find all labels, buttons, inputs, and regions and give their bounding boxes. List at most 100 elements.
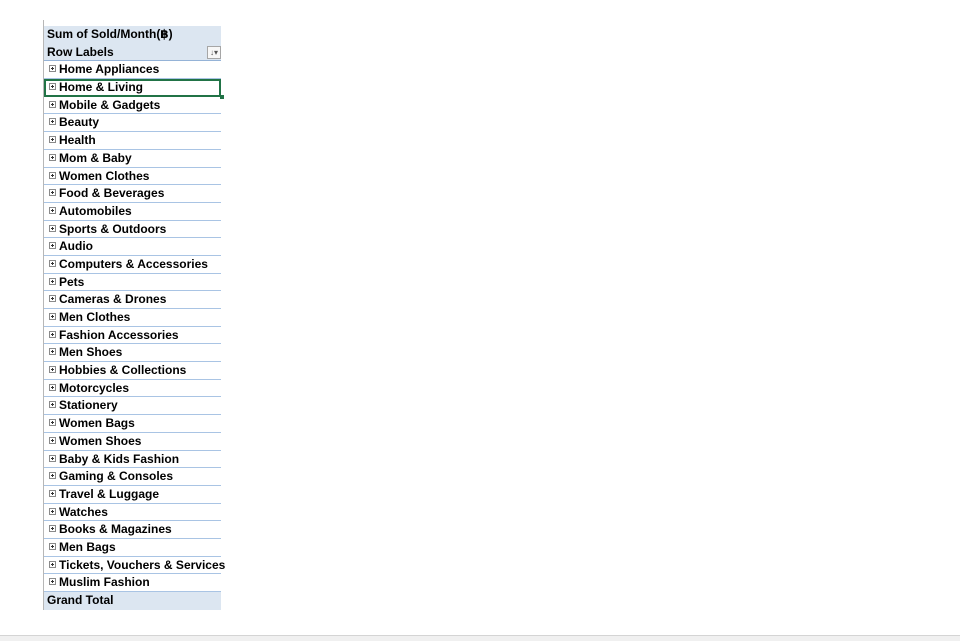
pivot-category-label: Men Shoes bbox=[59, 345, 123, 360]
pivot-category-row[interactable]: Books & Magazines bbox=[44, 521, 221, 539]
pivot-category-row[interactable]: Travel & Luggage bbox=[44, 486, 221, 504]
grand-total-row[interactable]: Grand Total bbox=[44, 592, 221, 610]
pivot-category-label: Muslim Fashion bbox=[59, 575, 150, 590]
pivot-category-row[interactable]: Beauty bbox=[44, 114, 221, 133]
pivot-category-row[interactable]: Mom & Baby bbox=[44, 150, 221, 168]
pivot-category-row[interactable]: Audio bbox=[44, 238, 221, 256]
pivot-category-label: Men Clothes bbox=[59, 310, 131, 324]
pivot-category-row[interactable]: Hobbies & Collections bbox=[44, 362, 221, 380]
expand-plus-icon[interactable] bbox=[49, 472, 56, 480]
pivot-category-label: Automobiles bbox=[59, 203, 132, 218]
expand-plus-icon[interactable] bbox=[49, 560, 56, 568]
expand-plus-icon[interactable] bbox=[49, 401, 56, 409]
pivot-category-label: Mom & Baby bbox=[59, 150, 132, 165]
pivot-category-row[interactable]: Home Appliances bbox=[44, 61, 221, 80]
expand-plus-icon[interactable] bbox=[49, 277, 56, 285]
pivot-category-label: Home & Living bbox=[59, 80, 144, 95]
pivot-rows: Home Appliances Home & Living Mobile & Gad… bbox=[44, 61, 225, 592]
pivot-category-label: Watches bbox=[59, 504, 108, 519]
pivot-category-label: Travel & Luggage bbox=[59, 486, 160, 501]
expand-plus-icon[interactable] bbox=[49, 295, 56, 303]
expand-plus-icon[interactable] bbox=[49, 542, 56, 550]
expand-plus-icon[interactable] bbox=[49, 330, 56, 338]
pivot-value-header-label: Sum of Sold/Month(฿) bbox=[47, 27, 173, 41]
pivot-category-label: Hobbies & Collections bbox=[59, 363, 187, 378]
pivot-category-row[interactable]: Tickets, Vouchers & Services bbox=[44, 557, 225, 575]
pivot-category-row[interactable]: Home & Living bbox=[44, 79, 224, 99]
pivot-category-row[interactable]: Watches bbox=[44, 504, 221, 522]
pivot-category-row[interactable]: Stationery bbox=[44, 397, 221, 416]
pivot-category-row[interactable]: Health bbox=[44, 132, 221, 150]
expand-plus-icon[interactable] bbox=[49, 83, 56, 91]
pivot-category-label: Home Appliances bbox=[59, 62, 160, 77]
expand-plus-icon[interactable] bbox=[49, 419, 56, 427]
expand-plus-icon[interactable] bbox=[49, 118, 56, 126]
pivot-category-label: Gaming & Consoles bbox=[59, 469, 174, 484]
pivot-category-row[interactable]: Cameras & Drones bbox=[44, 291, 221, 309]
status-bar bbox=[0, 635, 960, 641]
pivot-category-label: Men Bags bbox=[59, 539, 116, 554]
expand-plus-icon[interactable] bbox=[49, 348, 56, 356]
expand-plus-icon[interactable] bbox=[49, 224, 56, 232]
expand-plus-icon[interactable] bbox=[49, 507, 56, 515]
pivot-category-row[interactable]: Men Clothes bbox=[44, 309, 221, 327]
pivot-category-label: Motorcycles bbox=[59, 380, 130, 395]
expand-plus-icon[interactable] bbox=[49, 242, 56, 250]
expand-plus-icon[interactable] bbox=[49, 189, 56, 197]
pivot-category-row[interactable]: Automobiles bbox=[44, 203, 221, 221]
pivot-category-row[interactable]: Fashion Accessories bbox=[44, 327, 221, 345]
pivot-category-row[interactable]: Muslim Fashion bbox=[44, 574, 221, 592]
expand-plus-icon[interactable] bbox=[49, 206, 56, 214]
pivot-category-label: Mobile & Gadgets bbox=[59, 97, 161, 112]
pivot-table: Sum of Sold/Month(฿) Row Labels ↓▾ Home … bbox=[44, 26, 225, 610]
pivot-category-row[interactable]: Men Bags bbox=[44, 539, 221, 557]
expand-plus-icon[interactable] bbox=[49, 578, 56, 586]
pivot-category-label: Women Shoes bbox=[59, 433, 142, 448]
expand-plus-icon[interactable] bbox=[49, 259, 56, 267]
pivot-category-row[interactable]: Baby & Kids Fashion bbox=[44, 451, 221, 469]
expand-plus-icon[interactable] bbox=[49, 366, 56, 374]
pivot-category-label: Beauty bbox=[59, 115, 100, 130]
expand-plus-icon[interactable] bbox=[49, 153, 56, 161]
row-labels-text: Row Labels bbox=[47, 44, 114, 59]
pivot-category-label: Cameras & Drones bbox=[59, 292, 167, 307]
spreadsheet-area: Sum of Sold/Month(฿) Row Labels ↓▾ Home … bbox=[0, 0, 960, 641]
pivot-category-row[interactable]: Women Clothes bbox=[44, 168, 221, 186]
pivot-value-header[interactable]: Sum of Sold/Month(฿) bbox=[44, 26, 221, 44]
pivot-category-row[interactable]: Women Bags bbox=[44, 415, 221, 433]
expand-plus-icon[interactable] bbox=[49, 313, 56, 320]
pivot-category-row[interactable]: Computers & Accessories bbox=[44, 256, 221, 274]
pivot-category-label: Books & Magazines bbox=[59, 522, 172, 537]
expand-plus-icon[interactable] bbox=[49, 383, 56, 391]
filter-sort-icon[interactable]: ↓▾ bbox=[207, 45, 221, 59]
pivot-category-label: Women Clothes bbox=[59, 168, 150, 183]
pivot-category-label: Fashion Accessories bbox=[59, 327, 179, 342]
expand-plus-icon[interactable] bbox=[49, 454, 56, 462]
expand-plus-icon[interactable] bbox=[49, 136, 56, 144]
pivot-category-label: Pets bbox=[59, 274, 85, 289]
pivot-category-label: Sports & Outdoors bbox=[59, 221, 167, 236]
pivot-category-label: Stationery bbox=[59, 398, 118, 413]
pivot-category-row[interactable]: Women Shoes bbox=[44, 433, 221, 451]
pivot-category-label: Health bbox=[59, 133, 96, 148]
pivot-category-row[interactable]: Food & Beverages bbox=[44, 185, 221, 203]
expand-plus-icon[interactable] bbox=[49, 525, 56, 533]
pivot-category-row[interactable]: Gaming & Consoles bbox=[44, 468, 221, 486]
expand-plus-icon[interactable] bbox=[49, 100, 56, 108]
pivot-category-label: Tickets, Vouchers & Services bbox=[59, 557, 226, 572]
pivot-category-row[interactable]: Men Shoes bbox=[44, 344, 221, 363]
pivot-category-label: Audio bbox=[59, 239, 93, 254]
expand-plus-icon[interactable] bbox=[49, 171, 56, 179]
pivot-category-row[interactable]: Mobile & Gadgets bbox=[44, 97, 221, 115]
expand-plus-icon[interactable] bbox=[49, 65, 56, 73]
pivot-category-row[interactable]: Motorcycles bbox=[44, 380, 221, 398]
expand-plus-icon[interactable] bbox=[49, 489, 56, 497]
pivot-row-labels-header[interactable]: Row Labels ↓▾ bbox=[44, 43, 221, 62]
grand-total-label: Grand Total bbox=[47, 593, 114, 607]
pivot-category-label: Women Bags bbox=[59, 416, 135, 431]
pivot-category-label: Food & Beverages bbox=[59, 186, 165, 201]
pivot-category-row[interactable]: Sports & Outdoors bbox=[44, 221, 221, 239]
expand-plus-icon[interactable] bbox=[49, 436, 56, 444]
pivot-category-row[interactable]: Pets bbox=[44, 274, 221, 292]
pivot-category-label: Baby & Kids Fashion bbox=[59, 451, 180, 466]
